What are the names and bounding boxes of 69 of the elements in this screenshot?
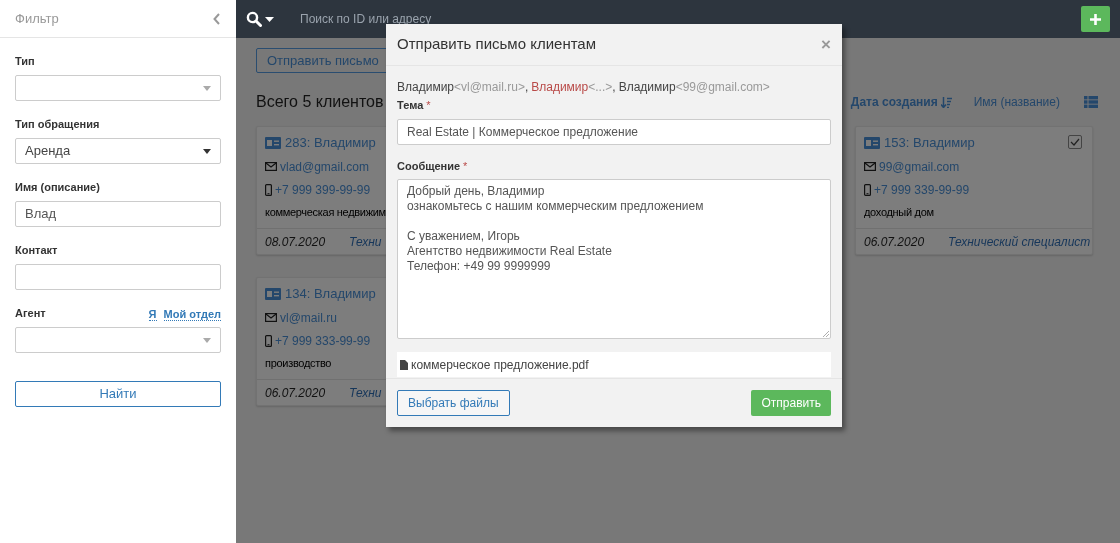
envelope-icon bbox=[864, 162, 876, 171]
checkbox[interactable] bbox=[1068, 135, 1082, 149]
client-description: доходный дом bbox=[864, 204, 934, 220]
search-menu-button[interactable] bbox=[246, 11, 274, 27]
created-date: 06.07.2020 bbox=[265, 384, 326, 402]
envelope-icon bbox=[265, 162, 277, 171]
phone-icon bbox=[265, 334, 272, 347]
sort-link[interactable]: Дата создания bbox=[850, 93, 952, 111]
attachment-name: коммерческое предложение.pdf bbox=[411, 356, 589, 374]
client-description: производство bbox=[265, 355, 332, 371]
field-label: Сообщение * bbox=[397, 158, 469, 174]
message-field[interactable]: Добрый день, Владимир ознакомьтесь с нашим коммерческим предложением С уважением, Игорь Агентство недвижимости Real Estate Телефон: +49 99 9999999 bbox=[397, 179, 831, 339]
caret-down-icon bbox=[265, 16, 274, 22]
envelope-icon bbox=[265, 313, 277, 322]
field-label: Тип обращения bbox=[15, 116, 100, 132]
agent-link[interactable]: Технический специалист bbox=[948, 232, 1091, 251]
client-link[interactable]: 153: Владимир bbox=[884, 133, 975, 153]
email-link[interactable]: vl@mail.ru bbox=[280, 308, 337, 327]
input-field[interactable]: Влад bbox=[15, 201, 221, 227]
client-description: коммерческая недвижим bbox=[265, 204, 386, 220]
phone-icon bbox=[265, 183, 272, 196]
filter-link[interactable]: Я bbox=[148, 308, 157, 321]
phone-link[interactable]: +7 999 333-99-99 bbox=[275, 331, 371, 350]
agent-link[interactable]: Техни bbox=[349, 232, 382, 251]
caret-down-icon bbox=[203, 85, 211, 91]
id-card-icon bbox=[265, 287, 281, 300]
file-icon bbox=[400, 359, 408, 370]
phone-link[interactable]: +7 999 339-99-99 bbox=[874, 180, 970, 199]
check-icon bbox=[1070, 138, 1080, 146]
sort-icon bbox=[940, 96, 952, 108]
send-button[interactable]: Отправить bbox=[751, 390, 831, 416]
email-link[interactable]: vlad@gmail.com bbox=[280, 157, 369, 176]
phone-icon bbox=[864, 183, 871, 196]
filter-link[interactable]: Мой отдел bbox=[163, 308, 221, 321]
field-label: Имя (описание) bbox=[15, 179, 100, 195]
id-card-icon bbox=[265, 136, 281, 149]
select-field[interactable]: Аренда bbox=[15, 138, 221, 164]
select-field[interactable] bbox=[15, 327, 221, 353]
dialog-title: Отправить письмо клиентам bbox=[397, 34, 597, 55]
email-link[interactable]: 99@gmail.com bbox=[879, 157, 960, 176]
field-label: Тема * bbox=[397, 98, 432, 113]
choose-files-button[interactable]: Выбрать файлы bbox=[397, 390, 510, 416]
created-date: 08.07.2020 bbox=[265, 233, 326, 251]
list-view-icon bbox=[1084, 96, 1098, 108]
created-date: 06.07.2020 bbox=[864, 233, 925, 251]
recipients-list: Владимир<vl@mail.ru>, Владимир<...>, Владимир<99@gmail.com> bbox=[397, 78, 831, 96]
chevron-left-icon bbox=[213, 12, 221, 25]
caret-down-icon bbox=[203, 148, 211, 154]
sort-link[interactable]: Имя (название) bbox=[973, 93, 1060, 111]
find-button[interactable]: Найти bbox=[15, 381, 221, 407]
subject-field[interactable]: Real Estate | Коммерческое предложение bbox=[397, 118, 831, 145]
select-field[interactable] bbox=[15, 75, 221, 101]
field-label: Тип bbox=[15, 53, 35, 69]
caret-down-icon bbox=[203, 337, 211, 343]
field-label: Агент bbox=[15, 305, 46, 321]
field-label: Контакт bbox=[15, 242, 58, 258]
results-heading: Всего 5 клиентов bbox=[256, 92, 384, 112]
agent-link[interactable]: Техни bbox=[349, 383, 382, 402]
search-icon bbox=[246, 11, 262, 27]
add-button[interactable] bbox=[1081, 6, 1110, 32]
client-link[interactable]: 283: Владимир bbox=[285, 133, 376, 153]
resize-handle-icon bbox=[823, 331, 829, 337]
plus-icon bbox=[1090, 13, 1101, 25]
input-field[interactable] bbox=[15, 264, 221, 290]
close-button[interactable]: × bbox=[821, 36, 831, 53]
sidebar-title: Фильтр bbox=[15, 9, 59, 28]
client-link[interactable]: 134: Владимир bbox=[285, 284, 376, 304]
id-card-icon bbox=[864, 136, 880, 149]
phone-link[interactable]: +7 999 399-99-99 bbox=[275, 180, 371, 199]
